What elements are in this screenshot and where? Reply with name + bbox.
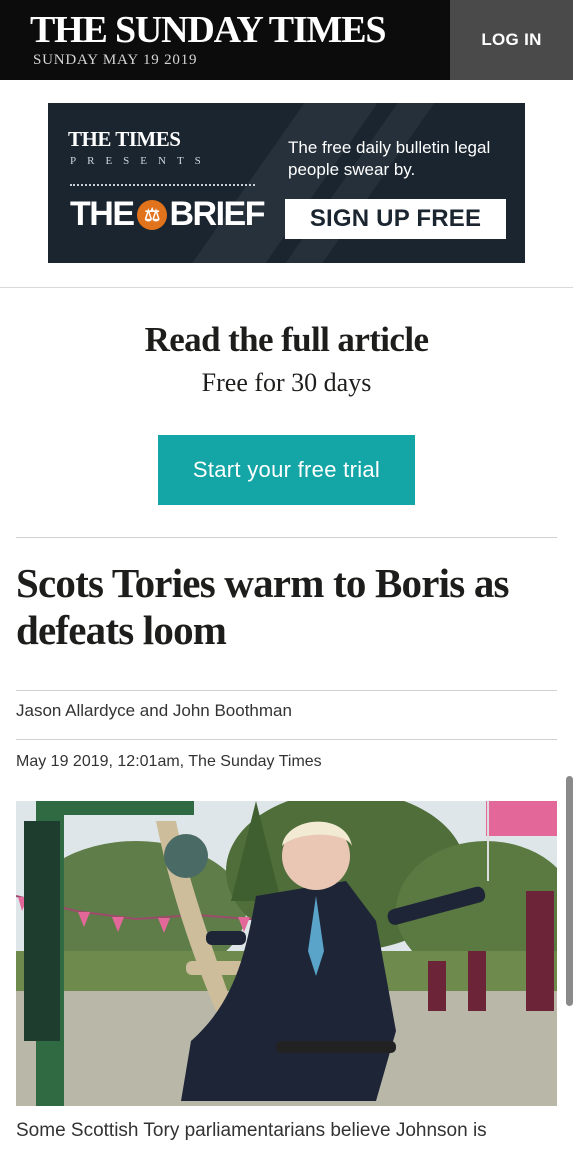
- ad-presents-label: PRESENTS: [70, 155, 212, 167]
- article-dateline: May 19 2019, 12:01am, The Sunday Times: [16, 753, 322, 770]
- brief-logo-right: BRIEF: [169, 195, 266, 233]
- section-divider: [0, 287, 573, 288]
- edition-date: SUNDAY MAY 19 2019: [33, 52, 198, 68]
- article-photo[interactable]: [16, 801, 557, 1106]
- the-brief-ad-banner[interactable]: THE TIMES PRESENTS THE ⚖ BRIEF The free …: [48, 103, 525, 263]
- paywall-subtitle: Free for 30 days: [201, 368, 372, 397]
- dateline-divider: [16, 739, 557, 740]
- the-brief-logo: THE ⚖ BRIEF: [70, 195, 266, 234]
- article-headline: Scots Tories warm to Boris as defeats lo…: [16, 560, 510, 653]
- start-free-trial-button[interactable]: Start your free trial: [158, 435, 415, 505]
- ad-divider: [70, 184, 255, 186]
- ad-tagline: The free daily bulletin legal people swe…: [288, 138, 491, 179]
- photo-caption: Some Scottish Tory parliamentarians beli…: [16, 1120, 487, 1141]
- scrollbar[interactable]: [566, 776, 573, 1006]
- site-header: THE SUNDAY TIMES SUNDAY MAY 19 2019 LOG …: [0, 0, 573, 80]
- ad-times-logo: THE TIMES: [68, 127, 181, 151]
- article-photo-illustration: [16, 801, 557, 1106]
- scales-icon: ⚖: [136, 199, 167, 230]
- login-button[interactable]: LOG IN: [450, 0, 573, 80]
- section-divider: [16, 537, 557, 538]
- article-byline[interactable]: Jason Allardyce and John Boothman: [16, 701, 292, 721]
- paywall-title: Read the full article: [144, 320, 429, 359]
- masthead-logo[interactable]: THE SUNDAY TIMES: [30, 10, 386, 50]
- ad-sign-up-button[interactable]: SIGN UP FREE: [285, 199, 506, 239]
- byline-divider: [16, 690, 557, 691]
- brief-logo-left: THE: [70, 195, 135, 233]
